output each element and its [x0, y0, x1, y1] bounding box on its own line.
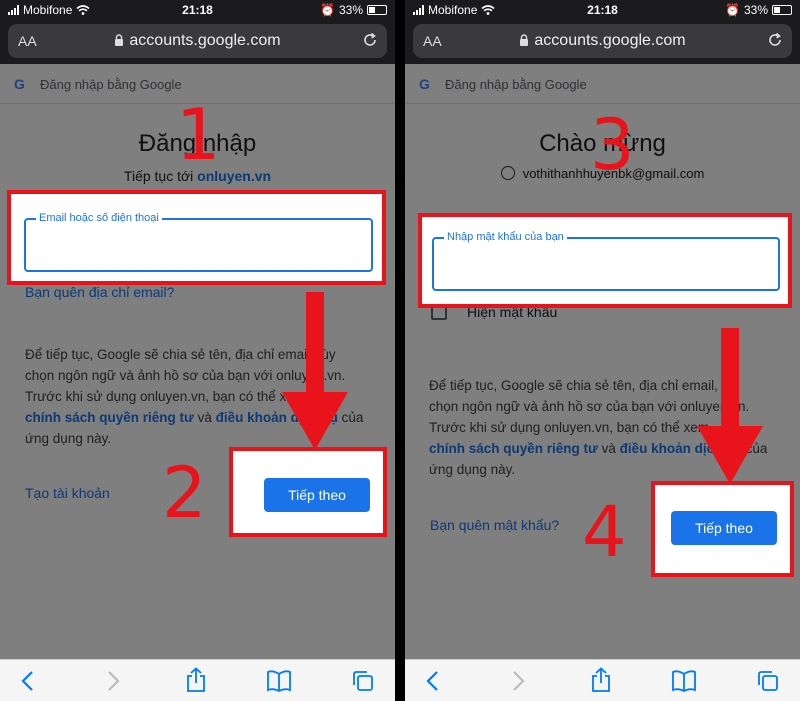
alarm-icon: ⏰ — [725, 3, 740, 17]
reload-icon[interactable] — [361, 31, 379, 49]
phone-screen-1: Mobifone 21:18 ⏰ 33% AA accounts.google.… — [0, 0, 395, 701]
alarm-icon: ⏰ — [320, 3, 335, 17]
password-field-label: Nhập mật khẩu của bạn — [444, 231, 567, 243]
down-arrow-icon — [282, 292, 348, 450]
status-right: ⏰ 33% — [725, 3, 792, 17]
bookmarks-icon[interactable] — [266, 670, 292, 692]
email-input[interactable]: Email hoặc số điện thoại — [24, 212, 373, 272]
privacy-policy-link[interactable]: chính sách quyền riêng tư — [25, 410, 194, 425]
share-icon[interactable] — [185, 667, 207, 693]
step-number-1: 1 — [176, 94, 221, 176]
lock-icon — [520, 34, 529, 46]
tabs-icon[interactable] — [757, 670, 779, 692]
browser-toolbar — [0, 659, 395, 701]
status-bar: Mobifone 21:18 ⏰ 33% — [0, 0, 395, 20]
battery-icon — [772, 5, 792, 15]
privacy-policy-link[interactable]: chính sách quyền riêng tư — [429, 441, 598, 456]
step-number-2: 2 — [162, 452, 207, 534]
google-signin-title: Đăng nhập bằng Google — [445, 77, 587, 92]
step-number-3: 3 — [590, 104, 635, 186]
forward-icon[interactable] — [508, 670, 528, 692]
battery-percent: 33% — [743, 3, 768, 17]
google-signin-title: Đăng nhập bằng Google — [40, 77, 182, 92]
and-text: và — [197, 410, 212, 425]
tabs-icon[interactable] — [352, 670, 374, 692]
url-text[interactable]: accounts.google.com — [413, 32, 792, 50]
battery-icon — [367, 5, 387, 15]
highlight-box-email: Email hoặc số điện thoại — [7, 190, 386, 285]
account-icon — [500, 166, 515, 180]
forward-icon[interactable] — [103, 670, 123, 692]
forgot-password-link[interactable]: Bạn quên mật khẩu? — [430, 517, 559, 533]
address-bar[interactable]: AA accounts.google.com — [8, 24, 387, 58]
and-text: và — [601, 441, 616, 456]
create-account-link[interactable]: Tạo tài khoản — [25, 485, 110, 501]
reload-icon[interactable] — [766, 31, 784, 49]
url-label: accounts.google.com — [129, 32, 281, 49]
step-number-4: 4 — [582, 491, 627, 573]
url-text[interactable]: accounts.google.com — [8, 32, 387, 50]
next-button[interactable]: Tiếp theo — [671, 511, 777, 545]
down-arrow-icon — [697, 328, 763, 484]
phone-screen-2: Mobifone 21:18 ⏰ 33% AA accounts.google.… — [405, 0, 800, 701]
google-g-icon: G — [14, 76, 25, 92]
back-icon[interactable] — [423, 670, 443, 692]
bookmarks-icon[interactable] — [671, 670, 697, 692]
url-label: accounts.google.com — [534, 32, 686, 49]
next-button[interactable]: Tiếp theo — [264, 478, 370, 512]
google-g-icon: G — [419, 76, 430, 92]
address-bar[interactable]: AA accounts.google.com — [413, 24, 792, 58]
highlight-box-password: Nhập mật khẩu của bạn — [418, 213, 792, 308]
forgot-email-link[interactable]: Bạn quên địa chỉ email? — [25, 284, 174, 300]
back-icon[interactable] — [18, 670, 38, 692]
status-right: ⏰ 33% — [320, 3, 387, 17]
status-bar: Mobifone 21:18 ⏰ 33% — [405, 0, 800, 20]
browser-header: AA accounts.google.com — [405, 20, 800, 64]
browser-header: AA accounts.google.com — [0, 20, 395, 64]
highlight-box-next: Tiếp theo — [651, 481, 794, 577]
battery-percent: 33% — [338, 3, 363, 17]
password-input[interactable]: Nhập mật khẩu của bạn — [432, 231, 780, 291]
share-icon[interactable] — [590, 667, 612, 693]
highlight-box-next: Tiếp theo — [229, 447, 387, 537]
google-signin-bar: G Đăng nhập bằng Google — [405, 64, 800, 104]
email-field-label: Email hoặc số điện thoại — [36, 212, 162, 224]
lock-icon — [115, 34, 124, 46]
browser-toolbar — [405, 659, 800, 701]
